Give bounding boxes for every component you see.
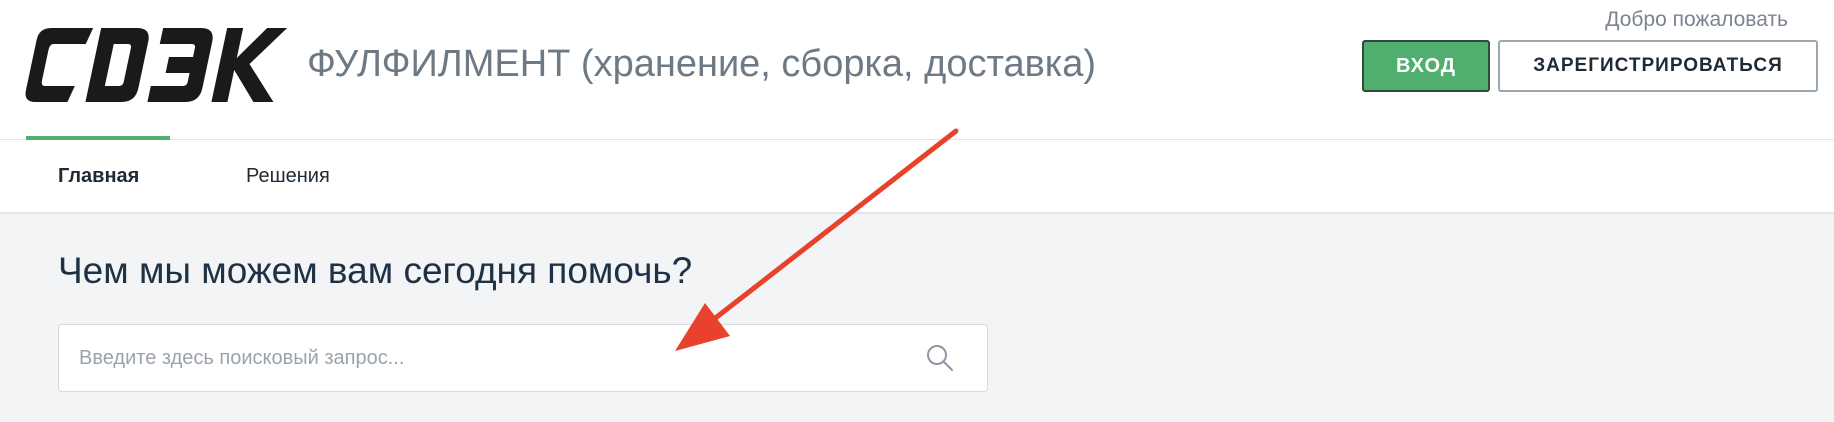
page: ФУЛФИЛМЕНТ (хранение, сборка, доставка) … bbox=[0, 0, 1834, 422]
search-input[interactable] bbox=[79, 325, 899, 391]
register-button[interactable]: ЗАРЕГИСТРИРОВАТЬСЯ bbox=[1498, 40, 1818, 92]
cdek-logo[interactable] bbox=[18, 24, 290, 106]
hero-title: Чем мы можем вам сегодня помочь? bbox=[58, 250, 693, 291]
nav-item-solutions[interactable]: Решения bbox=[246, 140, 330, 212]
nav-shadow bbox=[0, 212, 1834, 215]
welcome-text: Добро пожаловать bbox=[1605, 8, 1788, 31]
search-box bbox=[58, 324, 988, 392]
search-icon[interactable] bbox=[925, 343, 955, 373]
login-button[interactable]: ВХОД bbox=[1362, 40, 1490, 92]
nav-item-home[interactable]: Главная bbox=[58, 140, 139, 212]
site-title: ФУЛФИЛМЕНТ (хранение, сборка, доставка) bbox=[307, 43, 1097, 85]
site-header: ФУЛФИЛМЕНТ (хранение, сборка, доставка) … bbox=[0, 0, 1834, 139]
